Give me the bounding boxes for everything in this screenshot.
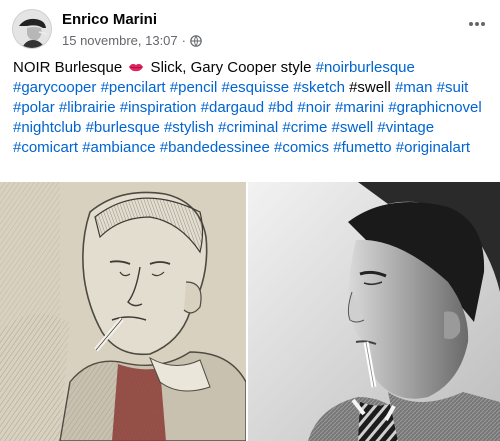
pencil-sketch-image — [0, 182, 246, 441]
hashtag-link[interactable]: #bandedessinee — [160, 139, 270, 156]
post-header: Enrico Marini 15 novembre, 13:07 · — [0, 0, 500, 55]
hashtag-link[interactable]: #nightclub — [13, 119, 81, 136]
hashtag-link[interactable]: #marini — [335, 99, 384, 116]
hashtag-link[interactable]: #pencilart — [101, 79, 166, 96]
hashtag-link[interactable]: #stylish — [164, 119, 214, 136]
hashtag-link[interactable]: #garycooper — [13, 79, 96, 96]
hashtag-link[interactable]: #bd — [268, 99, 293, 116]
hashtag-link[interactable]: #burlesque — [86, 119, 160, 136]
globe-icon[interactable] — [190, 34, 202, 47]
author-avatar[interactable] — [12, 9, 52, 49]
author-name[interactable]: Enrico Marini — [62, 11, 157, 28]
hashtag-link[interactable]: #ambiance — [82, 139, 155, 156]
hashtag-link[interactable]: #librairie — [59, 99, 116, 116]
meta-separator: · — [181, 33, 186, 48]
kiss-lips-emoji — [129, 63, 144, 72]
post-meta: 15 novembre, 13:07 · — [62, 33, 202, 48]
post-intro: NOIR Burlesque — [13, 59, 123, 76]
hashtag-link[interactable]: #graphicnovel — [388, 99, 481, 116]
hashtag-link[interactable]: #dargaud — [201, 99, 264, 116]
hashtag-link[interactable]: #swell — [332, 119, 374, 136]
hashtag-link[interactable]: #comics — [274, 139, 329, 156]
hashtag-link[interactable]: #noir — [297, 99, 330, 116]
hashtag-link[interactable]: #suit — [437, 79, 469, 96]
post-caption: Slick, Gary Cooper style — [146, 59, 316, 76]
avatar-image — [13, 10, 51, 48]
hashtag-link[interactable]: #originalart — [396, 139, 470, 156]
hashtag-link[interactable]: #fumetto — [333, 139, 391, 156]
hashtag-link[interactable]: #noirburlesque — [316, 59, 415, 76]
hashtag-link[interactable]: #criminal — [218, 119, 278, 136]
hashtag-link[interactable]: #vintage — [377, 119, 434, 136]
hashtag-text: #swell — [349, 79, 391, 96]
post-text: NOIR Burlesque Slick, Gary Cooper style … — [13, 58, 491, 158]
post-images — [0, 182, 500, 441]
hashtag-link[interactable]: #esquisse — [222, 79, 290, 96]
bw-photo-image — [248, 182, 500, 441]
hashtag-link[interactable]: #pencil — [170, 79, 218, 96]
more-options-button[interactable] — [462, 12, 492, 36]
post-timestamp[interactable]: 15 novembre, 13:07 — [62, 33, 178, 48]
photo-image[interactable] — [248, 182, 500, 441]
hashtag-link[interactable]: #man — [395, 79, 433, 96]
sketch-image[interactable] — [0, 182, 246, 441]
hashtag-link[interactable]: #inspiration — [120, 99, 197, 116]
hashtag-link[interactable]: #polar — [13, 99, 55, 116]
hashtag-link[interactable]: #sketch — [293, 79, 345, 96]
hashtag-link[interactable]: #crime — [282, 119, 327, 136]
hashtag-link[interactable]: #comicart — [13, 139, 78, 156]
ellipsis-icon — [469, 22, 485, 26]
